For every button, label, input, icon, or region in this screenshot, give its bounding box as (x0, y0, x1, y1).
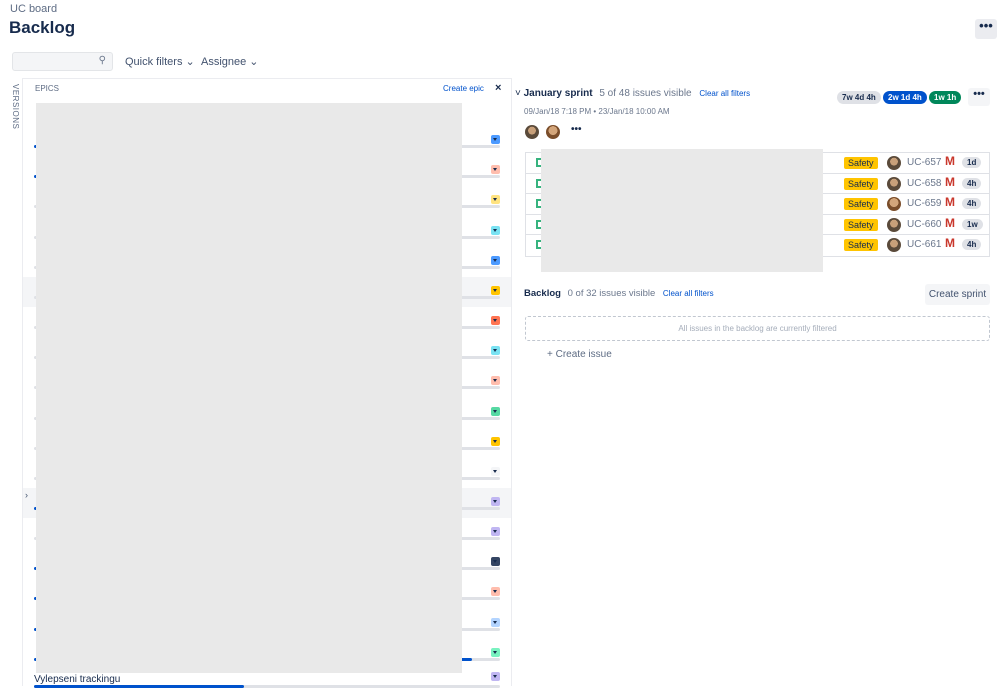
sprint-estimate-badge: 1w 1h (929, 91, 962, 104)
assignee-avatar (887, 238, 901, 253)
assignee-dropdown[interactable]: Assignee ⌄ (201, 55, 259, 68)
issue-key[interactable]: UC-660 (907, 219, 941, 230)
sprint-name: January sprint (523, 88, 593, 99)
sprint-estimate-badge: 7w 4d 4h (837, 91, 881, 104)
epic-color-dropdown-icon[interactable] (491, 671, 500, 681)
avatar[interactable] (525, 125, 539, 139)
epic-color-dropdown-icon[interactable] (491, 587, 500, 597)
breadcrumb[interactable]: UC board (10, 3, 57, 15)
backlog-title: Backlog (524, 288, 561, 299)
quick-filters-dropdown[interactable]: Quick filters ⌄ (125, 55, 195, 68)
create-issue-button[interactable]: + Create issue (547, 349, 612, 360)
backlog-empty-message: All issues in the backlog are currently … (525, 316, 990, 341)
priority-icon: M (945, 236, 955, 251)
epic-name: Vylepseni trackingu (34, 673, 121, 685)
epic-progress-fill (34, 684, 244, 688)
estimate-badge: 4h (962, 239, 982, 251)
epic-color-dropdown-icon[interactable] (491, 316, 500, 326)
epic-color-dropdown-icon[interactable] (491, 376, 500, 386)
search-input[interactable]: ⚲ (12, 52, 113, 71)
avatar[interactable] (546, 125, 560, 139)
issue-key[interactable]: UC-658 (907, 178, 941, 189)
assignee-avatar (887, 176, 901, 191)
epic-item[interactable]: Vylepseni trackingu (23, 669, 511, 699)
estimate-badge: 1w (962, 218, 983, 230)
epic-color-dropdown-icon[interactable] (491, 527, 500, 537)
epic-color-dropdown-icon[interactable] (491, 346, 500, 356)
issue-key[interactable]: UC-657 (907, 157, 941, 168)
search-icon: ⚲ (98, 55, 106, 66)
priority-icon: M (945, 195, 955, 210)
priority-icon: M (945, 174, 955, 189)
epic-color-dropdown-icon[interactable] (491, 285, 500, 295)
estimate-badge: 4h (962, 177, 982, 189)
create-sprint-button[interactable]: Create sprint (925, 284, 990, 305)
epic-color-dropdown-icon[interactable] (491, 165, 500, 175)
page-title: Backlog (9, 18, 76, 37)
epic-label[interactable]: Safety (844, 177, 878, 190)
chevron-right-icon[interactable]: › (25, 490, 28, 500)
sprint-dates: 09/Jan/18 7:18 PM • 23/Jan/18 10:00 AM (524, 107, 670, 116)
epic-label[interactable]: Safety (844, 157, 878, 169)
epic-label[interactable]: Safety (844, 239, 878, 252)
epic-color-dropdown-icon[interactable] (491, 436, 500, 446)
epic-color-dropdown-icon[interactable] (491, 496, 500, 506)
redacted-area (541, 149, 823, 272)
epic-label[interactable]: Safety (844, 198, 878, 211)
estimate-badge: 1d (962, 157, 982, 168)
epic-color-dropdown-icon[interactable] (491, 195, 500, 205)
more-assignees-icon[interactable]: ••• (571, 124, 582, 135)
epic-color-dropdown-icon[interactable] (491, 617, 500, 627)
priority-icon: M (945, 215, 955, 230)
priority-icon: M (945, 154, 955, 168)
backlog-header: Backlog 0 of 32 issues visible Clear all… (524, 288, 714, 299)
sprint-visible-count: 5 of 48 issues visible (599, 88, 692, 99)
backlog-visible-count: 0 of 32 issues visible (567, 288, 656, 299)
estimate-badge: 4h (962, 198, 982, 210)
epic-label[interactable]: Safety (844, 218, 878, 231)
more-actions-button[interactable]: ••• (975, 19, 997, 39)
epic-progress-bar (34, 684, 500, 688)
sprint-estimate-badge: 2w 1d 4h (883, 91, 927, 104)
chevron-down-icon[interactable]: ˅ (515, 88, 521, 99)
close-icon[interactable]: × (495, 82, 501, 94)
versions-tab[interactable]: VERSIONS (11, 84, 20, 129)
sprint-more-button[interactable]: ••• (968, 88, 990, 106)
issue-key[interactable]: UC-659 (907, 198, 941, 209)
epic-color-dropdown-icon[interactable] (491, 647, 500, 657)
issue-key[interactable]: UC-661 (907, 239, 941, 250)
create-epic-link[interactable]: Create epic (443, 84, 484, 93)
epics-header: EPICS (35, 84, 60, 93)
clear-filters-link[interactable]: Clear all filters (699, 89, 750, 98)
sprint-header[interactable]: ˅ January sprint 5 of 48 issues visible … (515, 88, 750, 99)
epic-color-dropdown-icon[interactable] (491, 225, 500, 235)
epic-color-dropdown-icon[interactable] (491, 255, 500, 265)
epic-color-dropdown-icon[interactable] (491, 466, 500, 476)
redacted-area (36, 103, 462, 673)
epic-color-dropdown-icon[interactable] (491, 406, 500, 416)
epic-color-dropdown-icon[interactable] (491, 135, 500, 145)
assignee-avatar (887, 217, 901, 232)
assignee-avatar (887, 156, 901, 170)
assignee-avatar (887, 197, 901, 212)
backlog-clear-filters-link[interactable]: Clear all filters (663, 289, 714, 298)
epic-color-dropdown-icon[interactable] (491, 557, 500, 567)
